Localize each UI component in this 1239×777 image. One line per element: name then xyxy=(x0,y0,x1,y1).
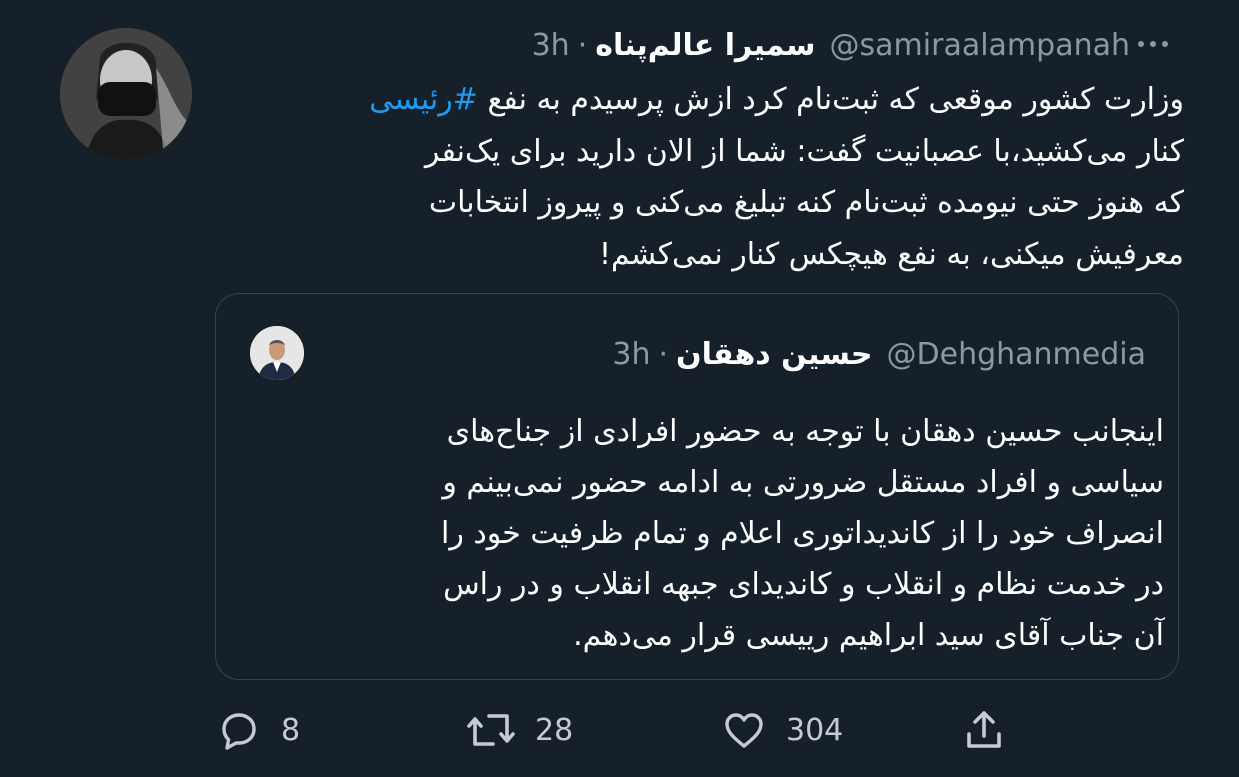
tweet-time[interactable]: 3h xyxy=(532,28,570,63)
heart-icon xyxy=(725,713,763,748)
separator-dot: · xyxy=(577,27,588,63)
retweet-button[interactable]: 28 xyxy=(465,700,573,760)
quoted-text-line-1: اینجانب حسین دهقان با توجه به حضور افراد… xyxy=(446,414,1164,449)
quoted-text-line-4: در خدمت نظام و انقلاب و کاندیدای جبهه ان… xyxy=(443,567,1164,602)
tweet-text-line-1-body: وزارت کشور موقعی که ثبت‌نام کرد ازش پرسی… xyxy=(487,82,1184,117)
quoted-author-name: حسین دهقان xyxy=(676,336,873,372)
like-count: 304 xyxy=(786,712,844,748)
reply-count: 8 xyxy=(281,712,301,748)
author-avatar-image xyxy=(60,28,192,160)
reply-icon xyxy=(222,713,256,750)
share-icon xyxy=(967,711,1001,748)
share-button[interactable] xyxy=(960,700,1008,760)
more-horizontal-icon[interactable] xyxy=(1128,32,1178,56)
tweet-text-line-1: وزارت کشور موقعی که ثبت‌نام کرد ازش پرسی… xyxy=(210,74,1184,126)
quoted-tweet-header: 3h · حسین دهقان @Dehghanmedia xyxy=(316,334,1146,374)
tweet-text: وزارت کشور موقعی که ثبت‌نام کرد ازش پرسی… xyxy=(210,74,1184,280)
quoted-text-line-2: سیاسی و افراد مستقل ضرورتی به ادامه حضور… xyxy=(442,465,1164,500)
retweet-count: 28 xyxy=(535,712,574,748)
quoted-author-avatar[interactable] xyxy=(250,326,304,380)
tweet-action-bar: 8 28 304 xyxy=(215,700,1035,760)
retweet-icon xyxy=(467,714,515,746)
quoted-tweet-time: 3h xyxy=(612,336,651,372)
author-name[interactable]: سمیرا عالم‌پناه xyxy=(595,28,815,63)
quoted-text-line-5: آن جناب آقای سید ابراهیم رییسی قرار می‌د… xyxy=(573,618,1164,653)
quoted-separator-dot: · xyxy=(658,336,669,372)
quoted-tweet-card[interactable]: 3h · حسین دهقان @Dehghanmedia اینجانب حس… xyxy=(215,293,1179,680)
author-avatar[interactable] xyxy=(60,28,192,160)
reply-button[interactable]: 8 xyxy=(215,700,300,760)
quoted-author-handle: @Dehghanmedia xyxy=(886,336,1146,372)
tweet-text-line-2: کنار می‌کشید،با عصبانیت گفت: شما از الان… xyxy=(424,133,1184,169)
tweet-text-line-4: معرفیش میکنی، به نفع هیچکس کنار نمی‌کشم! xyxy=(598,236,1184,272)
quoted-text-line-3: انصراف خود را از کاندیداتوری اعلام و تما… xyxy=(441,516,1164,551)
tweet-header: 3h · سمیرا عالم‌پناه @samiraalampanah xyxy=(210,24,1130,66)
author-handle[interactable]: @samiraalampanah xyxy=(830,28,1130,63)
quoted-author-avatar-image xyxy=(250,326,304,380)
tweet-text-line-3: که هنوز حتی نیومده ثبت‌نام کنه تبلیغ می‌… xyxy=(428,185,1184,220)
hashtag-link[interactable]: #رئیسی xyxy=(369,82,478,117)
quoted-tweet-text: اینجانب حسین دهقان با توجه به حضور افراد… xyxy=(244,406,1164,661)
like-button[interactable]: 304 xyxy=(720,700,843,760)
